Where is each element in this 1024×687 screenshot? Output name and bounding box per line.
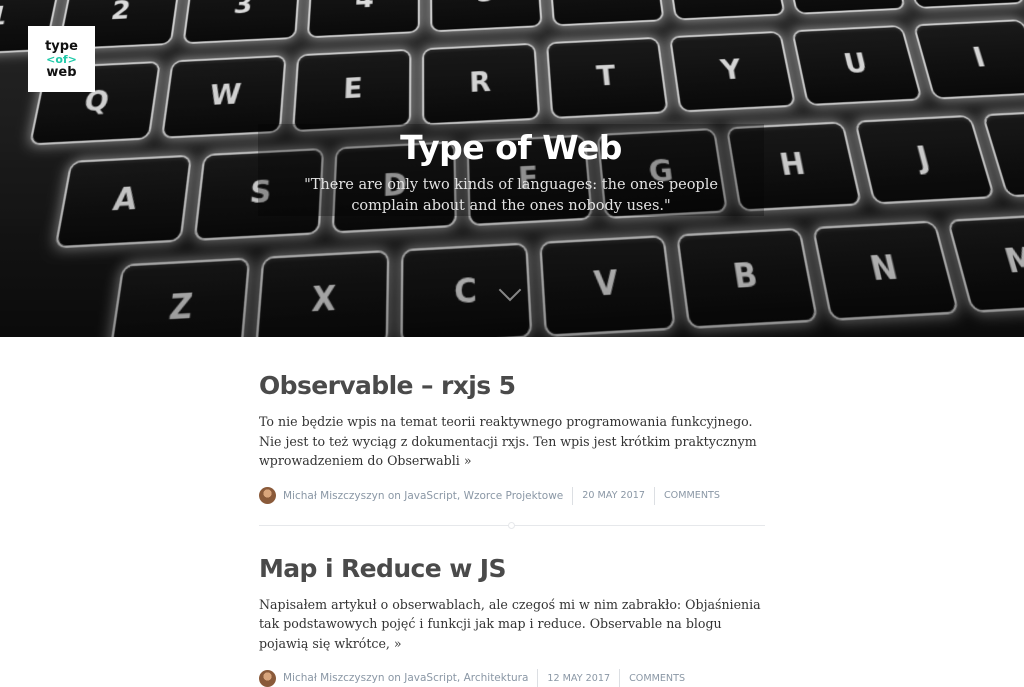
post-date: 20 MAY 2017 [582,490,645,501]
author-link[interactable]: Michał Miszczyszyn [283,672,384,684]
category-link-javascript[interactable]: JavaScript [404,490,457,502]
author-avatar[interactable] [259,670,276,687]
meta-on-text: on [388,490,401,502]
post-meta: Michał Miszczyszyn on JavaScript, Wzorce… [259,487,765,505]
post-meta: Michał Miszczyszyn on JavaScript, Archit… [259,669,765,687]
site-title-box: Type of Web "There are only two kinds of… [258,124,764,216]
post-item: Observable – rxjs 5 To nie będzie wpis n… [259,371,765,505]
meta-divider [654,487,655,505]
read-more-link[interactable]: » [464,453,472,468]
post-date: 12 MAY 2017 [547,673,610,684]
author-avatar[interactable] [259,487,276,504]
read-more-link[interactable]: » [394,636,402,651]
post-title[interactable]: Observable – rxjs 5 [259,371,765,400]
comments-link[interactable]: COMMENTS [629,673,685,684]
comments-link[interactable]: COMMENTS [664,490,720,501]
hero-header: 123456789QWERTYUIOASDFGHJKLZXCVBNM type … [0,0,1024,337]
meta-divider [619,669,620,687]
post-list: Observable – rxjs 5 To nie będzie wpis n… [259,337,765,687]
logo-text-type: type [45,40,78,53]
site-tagline: "There are only two kinds of languages: … [272,175,750,217]
category-link-wzorce-projektowe[interactable]: Wzorce Projektowe [464,490,564,502]
site-logo[interactable]: type <of> web [28,26,95,92]
category-link-architektura[interactable]: Architektura [464,672,529,684]
post-divider [259,525,765,526]
category-separator: , [457,490,464,502]
logo-text-of: <of> [46,53,77,66]
category-separator: , [457,672,464,684]
category-link-javascript[interactable]: JavaScript [404,672,457,684]
post-excerpt-text: Napisałem artykuł o obserwablach, ale cz… [259,597,761,651]
post-excerpt: Napisałem artykuł o obserwablach, ale cz… [259,595,765,654]
post-excerpt: To nie będzie wpis na temat teorii reakt… [259,412,765,471]
site-title[interactable]: Type of Web [258,128,764,167]
post-excerpt-text: To nie będzie wpis na temat teorii reakt… [259,414,757,468]
author-link[interactable]: Michał Miszczyszyn [283,490,384,502]
meta-on-text: on [388,672,401,684]
meta-divider [572,487,573,505]
post-item: Map i Reduce w JS Napisałem artykuł o ob… [259,554,765,687]
logo-text-web: web [46,66,76,79]
meta-divider [537,669,538,687]
post-title[interactable]: Map i Reduce w JS [259,554,765,583]
